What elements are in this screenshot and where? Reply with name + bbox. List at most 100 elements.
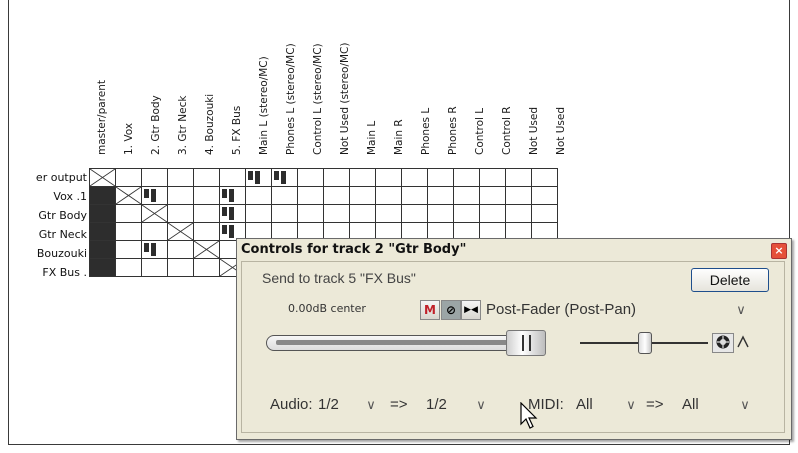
routing-cell[interactable] (167, 168, 194, 187)
routing-cell[interactable] (245, 168, 272, 187)
routing-cell[interactable] (115, 258, 142, 277)
chevron-down-icon[interactable]: ∨ (730, 301, 752, 321)
routing-cell[interactable] (375, 168, 402, 187)
routing-cell[interactable] (479, 186, 506, 205)
column-header-label: Phones L (stereo/MC) (285, 43, 297, 155)
routing-cell[interactable] (115, 222, 142, 241)
gain-pan-readout: 0.00dB center (288, 302, 366, 315)
column-header-label: Not Used (stereo/MC) (339, 42, 351, 156)
routing-cell[interactable] (271, 186, 298, 205)
routing-cell[interactable] (167, 240, 194, 259)
routing-cell[interactable] (115, 240, 142, 259)
volume-fader[interactable] (266, 330, 546, 356)
routing-cell[interactable] (349, 168, 376, 187)
routing-cell[interactable] (505, 186, 532, 205)
envelope-icon[interactable] (712, 333, 734, 353)
routing-cell[interactable] (167, 186, 194, 205)
routing-cell[interactable] (297, 204, 324, 223)
routing-cell[interactable] (89, 204, 116, 223)
routing-cell[interactable] (479, 168, 506, 187)
phase-invert-icon[interactable]: ⊘ (441, 300, 461, 320)
routing-cell[interactable] (427, 186, 454, 205)
routing-cell[interactable] (245, 186, 272, 205)
routing-cell[interactable] (297, 168, 324, 187)
routing-cell[interactable] (271, 204, 298, 223)
fader-knob[interactable] (506, 330, 546, 356)
routing-cell[interactable] (349, 186, 376, 205)
routing-cell[interactable] (479, 204, 506, 223)
routing-cell[interactable] (349, 204, 376, 223)
routing-cell[interactable] (115, 168, 142, 187)
routing-cell[interactable] (193, 222, 220, 241)
pan-knob[interactable] (638, 332, 652, 354)
routing-cell[interactable] (193, 204, 220, 223)
trim-icon[interactable] (736, 333, 758, 353)
routing-cell[interactable] (375, 186, 402, 205)
mono-stereo-icon[interactable]: ▶◀ (461, 300, 481, 320)
chevron-down-icon[interactable]: ∨ (620, 396, 642, 416)
routing-cell[interactable] (193, 240, 220, 259)
midi-dest-value: All (682, 396, 699, 413)
routing-cell[interactable] (453, 204, 480, 223)
routing-cell[interactable] (401, 168, 428, 187)
routing-cell[interactable] (505, 204, 532, 223)
routing-cell[interactable] (167, 222, 194, 241)
routing-cell[interactable] (89, 222, 116, 241)
routing-cell[interactable] (375, 204, 402, 223)
row-label: . FX Bus (42, 266, 87, 279)
routing-cell[interactable] (245, 204, 272, 223)
routing-cell[interactable] (323, 168, 350, 187)
routing-cell[interactable] (141, 258, 168, 277)
routing-cell[interactable] (531, 204, 558, 223)
chevron-down-icon[interactable]: ∨ (734, 396, 756, 416)
mute-button[interactable]: M (420, 300, 440, 320)
routing-cell[interactable] (297, 186, 324, 205)
dialog-title: Controls for track 2 "Gtr Body" (241, 242, 467, 257)
routing-cell[interactable] (401, 186, 428, 205)
column-header-label: Phones R (447, 106, 459, 155)
pan-slider[interactable] (580, 332, 708, 354)
routing-cell[interactable] (89, 258, 116, 277)
routing-cell[interactable] (141, 222, 168, 241)
routing-cell[interactable] (89, 186, 116, 205)
routing-cell[interactable] (323, 186, 350, 205)
routing-cell[interactable] (401, 204, 428, 223)
audio-source-select[interactable]: 1/2 ∨ (318, 394, 382, 416)
close-icon[interactable]: × (771, 243, 787, 259)
routing-cell[interactable] (141, 186, 168, 205)
send-mode-select[interactable]: Post-Fader (Post-Pan) ∨ (486, 299, 752, 321)
routing-cell[interactable] (167, 204, 194, 223)
column-header: Phones L (418, 0, 434, 165)
routing-cell[interactable] (323, 204, 350, 223)
routing-cell[interactable] (141, 168, 168, 187)
routing-cell[interactable] (193, 186, 220, 205)
routing-cell[interactable] (505, 168, 532, 187)
routing-cell[interactable] (427, 204, 454, 223)
routing-cell[interactable] (89, 240, 116, 259)
routing-cell[interactable] (219, 204, 246, 223)
routing-cell[interactable] (453, 186, 480, 205)
dialog-titlebar[interactable]: Controls for track 2 "Gtr Body" × (237, 239, 791, 261)
routing-cell[interactable] (141, 204, 168, 223)
midi-source-select[interactable]: All ∨ (576, 394, 642, 416)
routing-cell[interactable] (219, 168, 246, 187)
routing-cell[interactable] (219, 186, 246, 205)
routing-cell[interactable] (453, 168, 480, 187)
routing-cell[interactable] (193, 168, 220, 187)
routing-cell[interactable] (193, 258, 220, 277)
routing-cell[interactable] (427, 168, 454, 187)
chevron-down-icon[interactable]: ∨ (360, 396, 382, 416)
routing-cell[interactable] (167, 258, 194, 277)
routing-cell[interactable] (531, 186, 558, 205)
audio-dest-select[interactable]: 1/2 ∨ (426, 394, 492, 416)
routing-cell[interactable] (271, 168, 298, 187)
midi-dest-select[interactable]: All ∨ (682, 394, 756, 416)
routing-cell[interactable] (89, 168, 116, 187)
routing-cell[interactable] (115, 186, 142, 205)
routing-cell[interactable] (115, 204, 142, 223)
routing-cell[interactable] (141, 240, 168, 259)
delete-button[interactable]: Delete (691, 268, 769, 292)
chevron-down-icon[interactable]: ∨ (470, 396, 492, 416)
routing-cell[interactable] (531, 168, 558, 187)
midi-source-value: All (576, 396, 593, 413)
